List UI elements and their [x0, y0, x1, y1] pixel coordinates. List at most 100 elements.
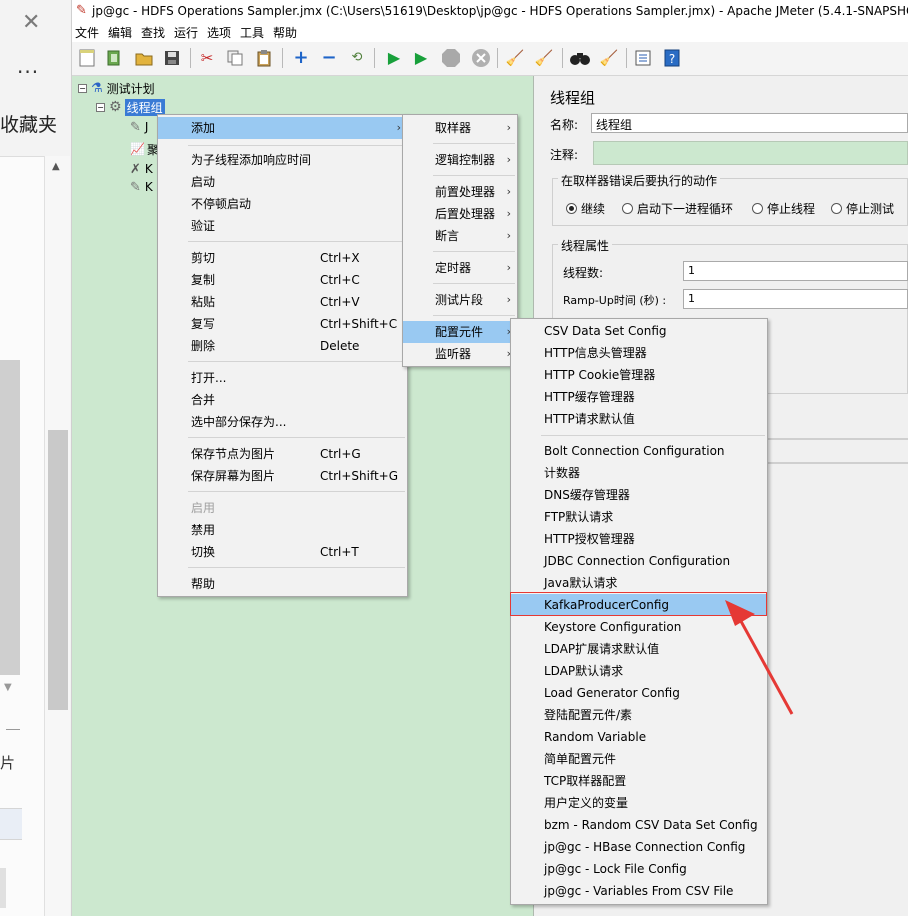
- menu-edit[interactable]: 编辑: [108, 24, 132, 41]
- menu-item-save-screen-image[interactable]: 保存屏幕为图片 Ctrl+Shift+G: [158, 465, 407, 487]
- radio-stop-test[interactable]: 停止测试: [831, 200, 894, 217]
- menu-item-assertion[interactable]: 断言 ›: [403, 225, 517, 247]
- radio-next-loop[interactable]: 启动下一进程循环: [622, 200, 733, 217]
- menu-item-random-variable[interactable]: Random Variable: [511, 726, 767, 748]
- menu-file[interactable]: 文件: [75, 24, 99, 41]
- menu-item-copy[interactable]: 复制 Ctrl+C: [158, 269, 407, 291]
- menu-item-csv-data-set[interactable]: CSV Data Set Config: [511, 320, 767, 342]
- menu-item-simple-config[interactable]: 简单配置元件: [511, 748, 767, 770]
- scroll-down-icon[interactable]: ▼: [4, 682, 12, 693]
- menu-options[interactable]: 选项: [207, 24, 231, 41]
- menu-item-lock-file-config[interactable]: jp@gc - Lock File Config: [511, 858, 767, 880]
- stop-icon[interactable]: [440, 47, 462, 69]
- menu-item-start-no-pause[interactable]: 不停顿启动: [158, 193, 407, 215]
- browser-scrollbar-thumb[interactable]: [0, 360, 20, 675]
- copy-icon[interactable]: [224, 47, 246, 69]
- expand-icon[interactable]: +: [290, 47, 312, 69]
- menu-search[interactable]: 查找: [141, 24, 165, 41]
- radio-dot[interactable]: [566, 203, 577, 214]
- menu-item-sampler[interactable]: 取样器 ›: [403, 117, 517, 139]
- menu-item-duplicate[interactable]: 复写 Ctrl+Shift+C: [158, 313, 407, 335]
- menu-item-add[interactable]: 添加 ›: [158, 117, 407, 139]
- menu-item-counter[interactable]: 计数器: [511, 462, 767, 484]
- menu-item-bolt-connection[interactable]: Bolt Connection Configuration: [511, 440, 767, 462]
- radio-dot[interactable]: [622, 203, 633, 214]
- menu-item-pre-processor[interactable]: 前置处理器 ›: [403, 181, 517, 203]
- menu-item-delete[interactable]: 删除 Delete: [158, 335, 407, 357]
- save-icon[interactable]: [161, 47, 183, 69]
- menu-item-http-cookie-manager[interactable]: HTTP Cookie管理器: [511, 364, 767, 386]
- menu-item-ftp-defaults[interactable]: FTP默认请求: [511, 506, 767, 528]
- menu-item-help[interactable]: 帮助: [158, 573, 407, 595]
- menu-item-config-element[interactable]: 配置元件 ›: [403, 321, 517, 343]
- menu-item-add-think-times[interactable]: 为子线程添加响应时间: [158, 149, 407, 171]
- rampup-input[interactable]: 1: [683, 289, 908, 309]
- menu-item-variables-from-csv[interactable]: jp@gc - Variables From CSV File: [511, 880, 767, 902]
- search-icon[interactable]: [569, 47, 591, 69]
- tree-node-child[interactable]: ✎ K: [130, 178, 153, 196]
- shutdown-icon[interactable]: [470, 47, 492, 69]
- clear-all-icon[interactable]: 🧹: [533, 47, 555, 69]
- menu-item-save-node-image[interactable]: 保存节点为图片 Ctrl+G: [158, 443, 407, 465]
- menu-item-merge[interactable]: 合并: [158, 389, 407, 411]
- menu-item-post-processor[interactable]: 后置处理器 ›: [403, 203, 517, 225]
- function-helper-icon[interactable]: [632, 47, 654, 69]
- menu-item-logic-controller[interactable]: 逻辑控制器 ›: [403, 149, 517, 171]
- tree-node-thread-group[interactable]: − ⚙ 线程组: [96, 98, 165, 116]
- radio-stop-thread[interactable]: 停止线程: [752, 200, 815, 217]
- menu-item-test-fragment[interactable]: 测试片段 ›: [403, 289, 517, 311]
- collapse-icon[interactable]: −: [318, 47, 340, 69]
- open-icon[interactable]: [133, 47, 155, 69]
- tree-node-child[interactable]: 📈 聚: [130, 140, 159, 158]
- menu-item-validate[interactable]: 验证: [158, 215, 407, 237]
- menu-item-user-defined-variables[interactable]: 用户定义的变量: [511, 792, 767, 814]
- menu-help[interactable]: 帮助: [273, 24, 297, 41]
- collapse-toggle-icon[interactable]: −: [78, 83, 87, 93]
- menu-item-open[interactable]: 打开...: [158, 367, 407, 389]
- templates-icon[interactable]: [103, 47, 125, 69]
- radio-continue[interactable]: 继续: [566, 200, 605, 217]
- menu-item-bzm-random-csv[interactable]: bzm - Random CSV Data Set Config: [511, 814, 767, 836]
- tree-node-child[interactable]: ✎ J: [130, 118, 148, 136]
- menu-item-listener[interactable]: 监听器 ›: [403, 343, 517, 365]
- cut-icon[interactable]: ✂: [196, 47, 218, 69]
- name-input[interactable]: 线程组: [591, 113, 908, 133]
- reset-search-icon[interactable]: 🧹: [598, 47, 620, 69]
- favorites-label[interactable]: 收藏夹: [0, 112, 57, 138]
- tree-node-child[interactable]: ✗ K: [130, 160, 153, 178]
- menu-tools[interactable]: 工具: [240, 24, 264, 41]
- collapse-toggle-icon[interactable]: −: [96, 102, 105, 112]
- start-icon[interactable]: ▶: [383, 47, 405, 69]
- help-icon[interactable]: ?: [661, 47, 683, 69]
- menu-run[interactable]: 运行: [174, 24, 198, 41]
- menu-item-hbase-connection[interactable]: jp@gc - HBase Connection Config: [511, 836, 767, 858]
- more-options-icon[interactable]: ···: [17, 62, 39, 82]
- toggle-icon[interactable]: ⟲: [346, 47, 368, 69]
- radio-dot[interactable]: [831, 203, 842, 214]
- menu-item-http-request-defaults[interactable]: HTTP请求默认值: [511, 408, 767, 430]
- menu-item-save-selection[interactable]: 选中部分保存为...: [158, 411, 407, 433]
- threads-input[interactable]: 1: [683, 261, 908, 281]
- clear-icon[interactable]: 🧹: [504, 47, 526, 69]
- comment-input[interactable]: [593, 141, 908, 165]
- start-no-pauses-icon[interactable]: ▶: [410, 47, 432, 69]
- close-icon[interactable]: ✕: [22, 12, 40, 34]
- menu-item-http-header-manager[interactable]: HTTP信息头管理器: [511, 342, 767, 364]
- menu-item-disable[interactable]: 禁用: [158, 519, 407, 541]
- menu-item-timer[interactable]: 定时器 ›: [403, 257, 517, 279]
- menu-item-cut[interactable]: 剪切 Ctrl+X: [158, 247, 407, 269]
- menu-item-jdbc-connection[interactable]: JDBC Connection Configuration: [511, 550, 767, 572]
- menu-item-paste[interactable]: 粘贴 Ctrl+V: [158, 291, 407, 313]
- menu-item-toggle[interactable]: 切换 Ctrl+T: [158, 541, 407, 563]
- menu-item-tcp-sampler-config[interactable]: TCP取样器配置: [511, 770, 767, 792]
- paste-icon[interactable]: [253, 47, 275, 69]
- menu-item-http-auth-manager[interactable]: HTTP授权管理器: [511, 528, 767, 550]
- menu-item-http-cache-manager[interactable]: HTTP缓存管理器: [511, 386, 767, 408]
- radio-dot[interactable]: [752, 203, 763, 214]
- resize-grip-icon[interactable]: [6, 716, 20, 730]
- scroll-up-icon[interactable]: ▲: [52, 161, 60, 172]
- menu-item-dns-cache-manager[interactable]: DNS缓存管理器: [511, 484, 767, 506]
- new-icon[interactable]: [76, 47, 98, 69]
- tree-node-test-plan[interactable]: − ⚗ 测试计划: [78, 79, 155, 97]
- menu-item-start[interactable]: 启动: [158, 171, 407, 193]
